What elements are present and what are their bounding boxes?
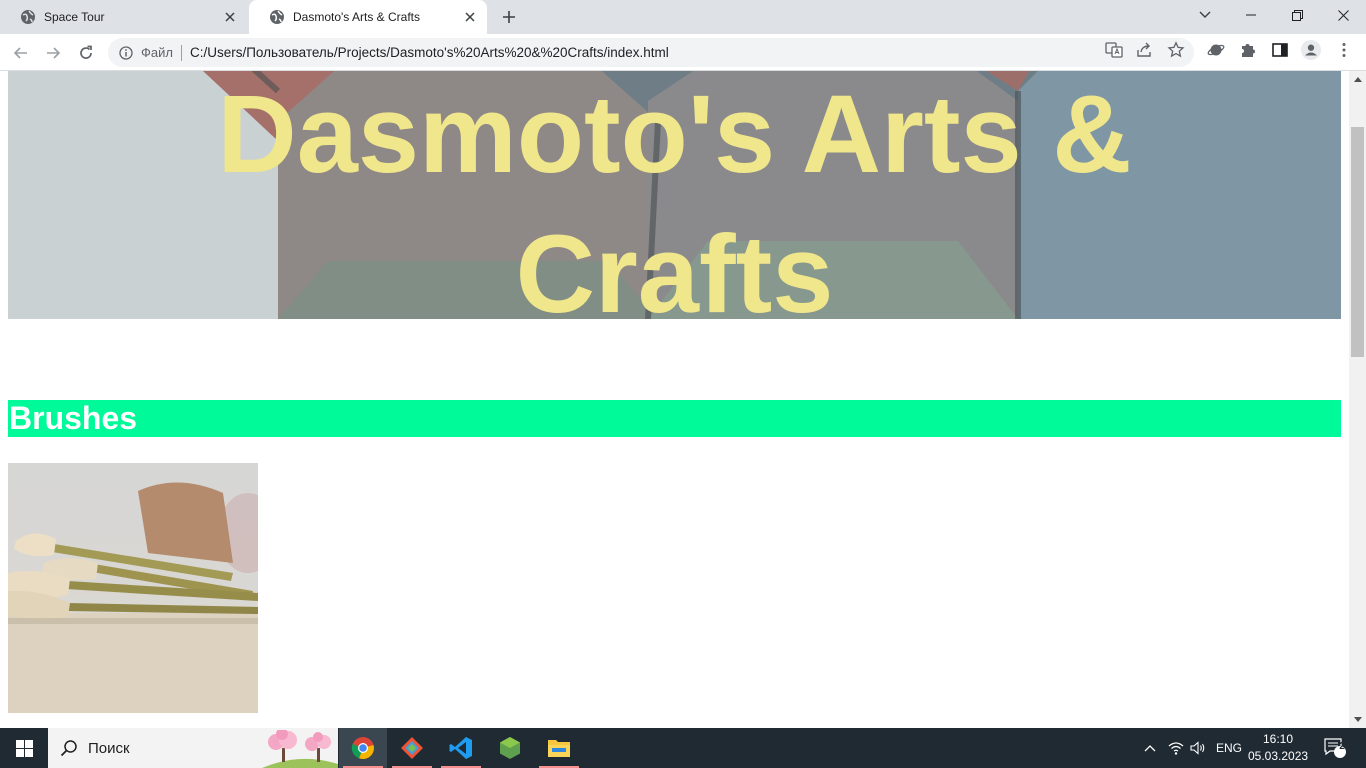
taskbar-search[interactable]: Поиск [48,728,338,768]
windows-logo-icon [15,739,33,757]
page-scrollbar[interactable] [1349,71,1366,728]
taskbar-node[interactable] [486,728,534,768]
chrome-icon [351,737,374,760]
arrow-right-icon [47,47,61,59]
scroll-down-arrow-icon[interactable] [1349,711,1366,728]
taskbar: Поиск ENG 16:10 05.03.2023 2 [0,728,1366,768]
chevron-down-icon [1199,11,1211,18]
language-indicator[interactable]: ENG [1212,728,1246,768]
globe-icon [270,10,284,24]
taskbar-file-explorer[interactable] [535,728,583,768]
clock-time: 16:10 [1262,732,1294,746]
translate-button[interactable] [1104,40,1124,60]
planet-icon [1207,44,1225,56]
speaker-icon [1190,741,1205,755]
side-panel-button[interactable] [1270,40,1290,60]
brushes-photo [8,463,258,713]
tab-strip: Space Tour Dasmoto's Arts & Crafts [0,0,1366,34]
search-icon [60,740,77,757]
reload-button[interactable] [73,40,99,66]
side-panel-icon [1272,43,1288,57]
taskbar-git[interactable] [388,728,436,768]
notification-count: 2 [1339,741,1345,752]
url-text[interactable]: C:/Users/Пользователь/Projects/Dasmoto's… [190,45,669,60]
sakura-trees-icon [262,730,338,768]
restore-icon [1291,9,1303,21]
scroll-up-arrow-icon[interactable] [1349,71,1366,88]
forward-button[interactable] [40,40,66,66]
close-window-button[interactable] [1320,0,1366,30]
translate-icon [1105,42,1123,58]
avatar-icon [1301,40,1321,60]
bookmark-button[interactable] [1166,40,1186,60]
reload-icon [80,45,92,59]
browser-toolbar: Файл C:/Users/Пользователь/Projects/Dasm… [0,34,1366,71]
brushes-image [8,463,258,713]
tab-search-button[interactable] [1182,0,1228,30]
page-title: Dasmoto's Arts & Crafts [8,71,1341,319]
minimize-button[interactable] [1228,0,1274,30]
minimize-icon [1246,14,1256,16]
header-banner: Dasmoto's Arts & Crafts [8,71,1341,319]
clock-date: 05.03.2023 [1248,749,1309,763]
tab-space-tour[interactable]: Space Tour [0,0,247,34]
kebab-menu-icon [1342,43,1346,57]
git-icon [401,737,423,759]
section-header-brushes: Brushes [8,400,1341,437]
close-icon[interactable] [462,9,478,25]
plus-icon [503,11,515,23]
node-icon [500,737,520,759]
scrollbar-thumb[interactable] [1351,127,1364,357]
new-tab-button[interactable] [498,6,520,28]
omnibox-divider [180,44,182,61]
tab-label: Space Tour [44,10,105,24]
restore-button[interactable] [1274,0,1320,30]
extension-planet-button[interactable] [1206,40,1226,60]
share-button[interactable] [1134,40,1154,60]
page-viewport: Dasmoto's Arts & Crafts Brushes [0,71,1349,728]
address-bar[interactable]: Файл C:/Users/Пользователь/Projects/Dasm… [108,38,1194,67]
notifications-button[interactable]: 2 [1318,728,1352,768]
clock[interactable]: 16:10 05.03.2023 [1248,731,1308,765]
close-icon [1337,9,1349,21]
menu-button[interactable] [1334,40,1354,60]
search-placeholder: Поиск [88,739,130,757]
vscode-icon [449,737,472,759]
tab-dasmoto[interactable]: Dasmoto's Arts & Crafts [249,0,487,34]
page-title-line1: Dasmoto's Arts & [217,73,1132,196]
section-heading: Brushes [9,400,138,436]
extensions-button[interactable] [1238,40,1258,60]
arrow-left-icon [13,47,27,59]
puzzle-icon [1242,44,1255,57]
tab-label: Dasmoto's Arts & Crafts [293,10,420,24]
taskbar-vscode[interactable] [437,728,485,768]
close-icon[interactable] [222,9,238,25]
share-icon [1137,42,1151,57]
taskbar-chrome[interactable] [339,728,387,768]
network-button[interactable] [1166,728,1186,768]
folder-icon [548,740,570,757]
info-icon[interactable] [118,45,134,61]
star-icon [1167,41,1185,58]
scheme-label: Файл [141,45,173,60]
tray-overflow-button[interactable] [1140,728,1160,768]
volume-button[interactable] [1188,728,1208,768]
chevron-up-icon [1144,745,1156,752]
globe-icon [21,10,35,24]
wifi-icon [1168,742,1184,755]
page-title-line2: Crafts [515,213,834,319]
start-button[interactable] [0,728,48,768]
profile-button[interactable] [1301,40,1321,60]
back-button[interactable] [8,40,34,66]
